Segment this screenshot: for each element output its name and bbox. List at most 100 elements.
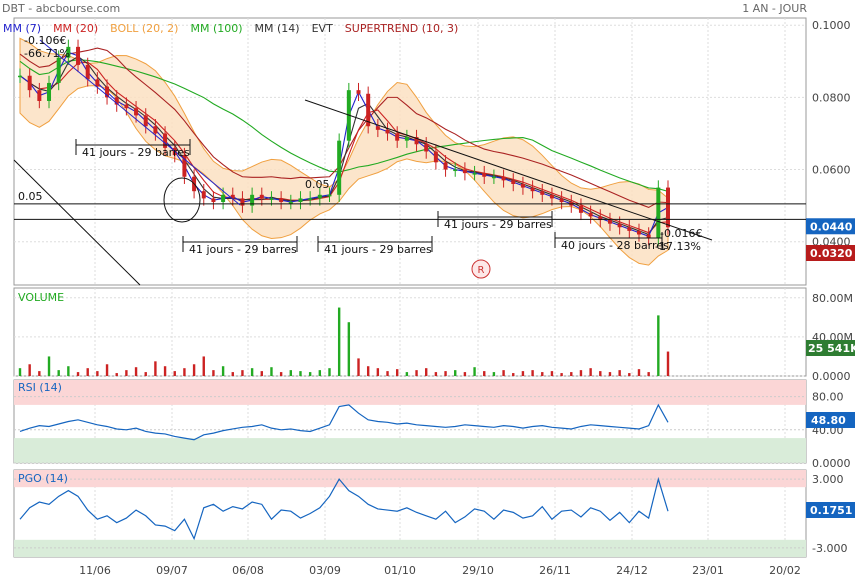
volume-bar	[570, 372, 573, 376]
pgo-badge: 0.1751	[810, 504, 852, 517]
x-tick-label: 20/02	[769, 564, 801, 577]
volume-bar	[376, 368, 380, 376]
candle-body	[308, 198, 313, 200]
volume-bar	[366, 366, 370, 376]
volume-bar	[221, 366, 225, 376]
volume-bar	[386, 371, 389, 376]
interval-label: 41 jours - 29 barres	[82, 146, 190, 159]
rsi-y-tick-label: 80.00	[812, 391, 844, 404]
volume-bar	[134, 367, 138, 376]
volume-bar	[212, 370, 215, 376]
volume-bar	[599, 371, 602, 376]
candle-body	[520, 183, 525, 188]
candle-body	[95, 79, 100, 87]
volume-bar	[666, 351, 670, 376]
volume-bar	[405, 372, 409, 376]
x-tick-label: 01/10	[384, 564, 416, 577]
x-tick-label: 03/09	[309, 564, 341, 577]
interval-label: 40 jours - 28 barres	[561, 239, 669, 252]
candle-body	[221, 194, 226, 203]
interval-label: 41 jours - 29 barres	[189, 243, 297, 256]
legend-entry: MM (7)	[3, 22, 41, 35]
volume-bar	[96, 371, 99, 376]
candle-body	[85, 64, 90, 80]
volume-bar	[492, 372, 496, 376]
rsi-line	[19, 403, 669, 441]
candle-body	[201, 191, 206, 199]
volume-bar	[473, 367, 476, 376]
candle-body	[549, 194, 554, 199]
legend-entry: BOLL (20, 2)	[110, 22, 178, 35]
volume-bar	[192, 364, 196, 376]
volume-bar	[357, 358, 360, 376]
candle-body	[18, 75, 22, 78]
interval-label: 41 jours - 29 barres	[324, 243, 432, 256]
candle-body	[134, 108, 139, 116]
mid-price-label: 0.05	[305, 178, 330, 191]
left-price-label: 0.05	[18, 190, 43, 203]
volume-bar	[608, 372, 612, 376]
candle-body	[424, 144, 429, 152]
candle-body	[462, 169, 467, 174]
candle-body	[76, 46, 81, 65]
volume-bar	[618, 370, 621, 376]
x-tick-label: 23/01	[692, 564, 724, 577]
rsi-y-tick-label: 0.0000	[812, 457, 851, 470]
volume-bar	[125, 370, 128, 376]
candle-body	[501, 176, 506, 181]
volume-bar	[231, 372, 234, 376]
candle-body	[395, 133, 400, 141]
volume-bar	[521, 371, 525, 376]
volume-bar	[183, 368, 186, 376]
pgo-upper-zone	[14, 470, 806, 488]
candle-body	[666, 187, 670, 228]
volume-bar	[115, 373, 118, 376]
legend-entry: SUPERTREND (10, 3)	[345, 22, 459, 35]
legend-entry: EVT	[312, 22, 333, 35]
candle-body	[607, 220, 612, 224]
volume-bar	[531, 370, 534, 376]
volume-bar	[38, 371, 41, 376]
volume-bar	[173, 371, 176, 376]
x-tick-label: 09/07	[156, 564, 188, 577]
candle-body	[491, 176, 496, 179]
rsi-badge: 48.80	[811, 414, 846, 427]
volume-y-tick-label: 0.0000	[812, 370, 851, 383]
volume-bar	[260, 371, 263, 376]
candle-body	[540, 191, 545, 195]
volume-bar	[434, 372, 438, 376]
candle-body	[472, 173, 477, 175]
interval-label: 41 jours - 29 barres	[444, 218, 552, 231]
pgo-y-tick-label: 3.000	[812, 473, 844, 486]
volume-bar	[57, 370, 60, 376]
volume-bar	[444, 371, 447, 376]
x-tick-label: 11/06	[79, 564, 111, 577]
volume-bar	[308, 372, 312, 376]
candle-body	[288, 202, 293, 204]
volume-bar	[318, 370, 322, 376]
volume-bar	[250, 368, 254, 376]
volume-bar	[454, 370, 457, 376]
pgo-line	[19, 476, 669, 541]
candle-body	[27, 75, 32, 91]
volume-bar	[28, 364, 31, 376]
volume-bar	[328, 368, 331, 376]
volume-bar	[144, 372, 147, 376]
candle-body	[298, 198, 303, 203]
candle-body	[453, 169, 458, 172]
volume-bar	[279, 372, 283, 376]
volume-bar	[589, 368, 592, 376]
volume-y-tick-label: 80.00M	[812, 292, 853, 305]
top-left-pct-label: -66.71%	[24, 47, 70, 60]
volume-bar	[512, 373, 515, 376]
candle-body	[627, 227, 632, 231]
candle-body	[240, 198, 245, 206]
volume-bar	[628, 373, 631, 376]
r-marker-label: R	[478, 265, 485, 276]
volume-bar	[560, 373, 563, 376]
volume-bar	[67, 366, 70, 376]
volume-badge: 25 541K	[808, 342, 855, 355]
legend-entry: MM (14)	[255, 22, 300, 35]
candle-body	[636, 230, 641, 235]
candle-body	[530, 187, 535, 192]
